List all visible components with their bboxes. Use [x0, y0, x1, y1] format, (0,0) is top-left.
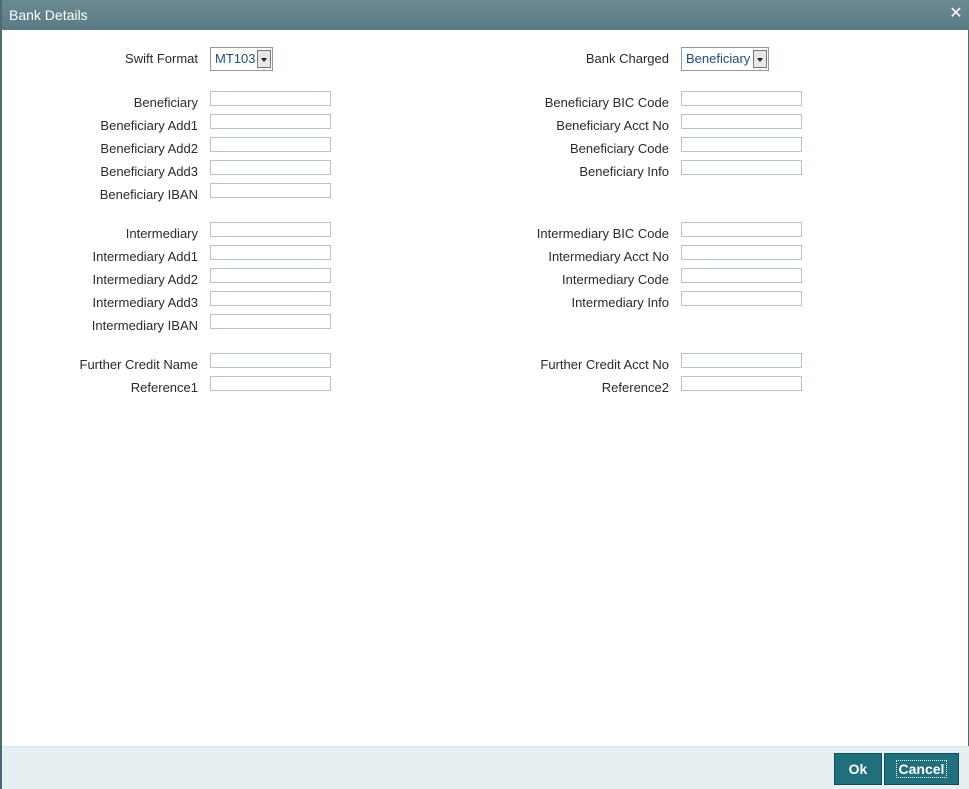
swift-format-label: Swift Format — [125, 51, 198, 66]
intermediary-add3-input[interactable] — [210, 291, 331, 306]
swift-format-select[interactable]: MT103 — [210, 47, 273, 71]
intermediary-bic-code-input[interactable] — [681, 222, 802, 237]
beneficiary-code-input[interactable] — [681, 137, 802, 152]
intermediary-bic-code-label: Intermediary BIC Code — [536, 226, 669, 241]
bank-charged-select[interactable]: Beneficiary — [681, 47, 769, 71]
beneficiary-add1-label: Beneficiary Add1 — [100, 118, 198, 133]
intermediary-input[interactable] — [210, 222, 331, 237]
beneficiary-label: Beneficiary — [133, 95, 198, 110]
further-credit-name-label: Further Credit Name — [79, 357, 198, 372]
further-credit-acct-no-label: Further Credit Acct No — [540, 357, 669, 372]
intermediary-add1-label: Intermediary Add1 — [92, 249, 198, 264]
dialog-footer: Ok Cancel — [2, 746, 969, 789]
bank-details-window: Bank Details ✕ Swift Format MT103 Bank C… — [0, 0, 969, 789]
further-credit-acct-no-input[interactable] — [681, 353, 802, 368]
intermediary-info-label: Intermediary Info — [571, 295, 669, 310]
chevron-down-icon[interactable] — [753, 50, 767, 68]
bank-charged-label: Bank Charged — [585, 51, 669, 66]
intermediary-acct-no-label: Intermediary Acct No — [548, 249, 669, 264]
beneficiary-add2-input[interactable] — [210, 137, 331, 152]
beneficiary-input[interactable] — [210, 91, 331, 106]
intermediary-label: Intermediary — [125, 226, 198, 241]
intermediary-iban-input[interactable] — [210, 314, 331, 329]
form-area: Swift Format MT103 Bank Charged Benefici… — [2, 30, 969, 746]
cancel-button[interactable]: Cancel — [884, 753, 959, 785]
intermediary-add3-label: Intermediary Add3 — [92, 295, 198, 310]
beneficiary-acct-no-label: Beneficiary Acct No — [556, 118, 669, 133]
beneficiary-info-label: Beneficiary Info — [579, 164, 669, 179]
bank-charged-value: Beneficiary — [686, 51, 751, 66]
beneficiary-add2-label: Beneficiary Add2 — [100, 141, 198, 156]
beneficiary-acct-no-input[interactable] — [681, 114, 802, 129]
intermediary-iban-label: Intermediary IBAN — [91, 318, 198, 333]
beneficiary-info-input[interactable] — [681, 160, 802, 175]
intermediary-add1-input[interactable] — [210, 245, 331, 260]
window-title: Bank Details — [9, 7, 88, 23]
beneficiary-iban-input[interactable] — [210, 183, 331, 198]
beneficiary-add3-label: Beneficiary Add3 — [100, 164, 198, 179]
beneficiary-add3-input[interactable] — [210, 160, 331, 175]
further-credit-name-input[interactable] — [210, 353, 331, 368]
beneficiary-bic-code-label: Beneficiary BIC Code — [544, 95, 669, 110]
cancel-button-label: Cancel — [895, 760, 948, 778]
reference1-input[interactable] — [210, 376, 331, 391]
beneficiary-iban-label: Beneficiary IBAN — [99, 187, 198, 202]
chevron-down-icon[interactable] — [257, 50, 271, 68]
title-bar: Bank Details ✕ — [2, 0, 969, 30]
reference2-input[interactable] — [681, 376, 802, 391]
swift-format-value: MT103 — [215, 51, 256, 66]
beneficiary-add1-input[interactable] — [210, 114, 331, 129]
intermediary-code-input[interactable] — [681, 268, 802, 283]
reference1-label: Reference1 — [130, 380, 198, 395]
intermediary-acct-no-input[interactable] — [681, 245, 802, 260]
intermediary-add2-label: Intermediary Add2 — [92, 272, 198, 287]
intermediary-info-input[interactable] — [681, 291, 802, 306]
intermediary-add2-input[interactable] — [210, 268, 331, 283]
beneficiary-bic-code-input[interactable] — [681, 91, 802, 106]
intermediary-code-label: Intermediary Code — [562, 272, 669, 287]
ok-button[interactable]: Ok — [834, 753, 882, 785]
reference2-label: Reference2 — [601, 380, 669, 395]
close-icon[interactable]: ✕ — [947, 5, 965, 23]
beneficiary-code-label: Beneficiary Code — [570, 141, 669, 156]
